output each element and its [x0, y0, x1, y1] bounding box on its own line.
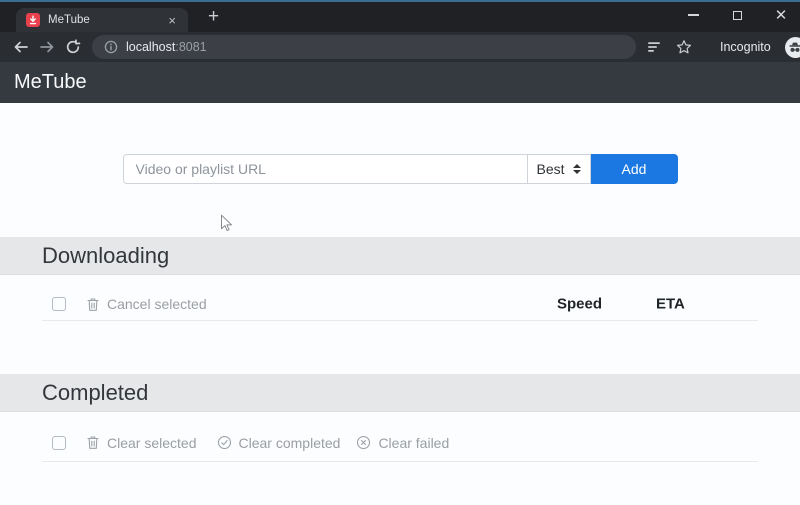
browser-toolbar: localhost:8081 Incognito — [0, 32, 800, 62]
x-circle-icon — [356, 435, 371, 450]
app-brand: MeTube — [14, 71, 87, 93]
cancel-selected-button[interactable]: Cancel selected — [86, 296, 207, 312]
minimize-icon[interactable] — [682, 6, 704, 24]
trash-icon — [86, 435, 100, 450]
url-input[interactable] — [122, 154, 528, 184]
browser-tab[interactable]: MeTube × — [16, 8, 188, 32]
forward-icon[interactable] — [34, 35, 60, 59]
add-button[interactable]: Add — [590, 154, 678, 184]
downloading-section-header: Downloading — [0, 237, 800, 275]
select-arrows-icon — [572, 164, 581, 174]
toolbar-right: Incognito — [646, 36, 800, 58]
tab-strip: MeTube × + ✕ — [0, 2, 800, 32]
mouse-cursor — [220, 214, 233, 233]
address-bar[interactable]: localhost:8081 — [92, 35, 636, 59]
reading-list-icon[interactable] — [646, 39, 662, 55]
quality-select-value: Best — [536, 161, 565, 177]
eta-column-header: ETA — [656, 295, 685, 313]
url-host: localhost — [126, 40, 176, 54]
bookmark-star-icon[interactable] — [676, 39, 692, 55]
clear-completed-label: Clear completed — [238, 434, 341, 451]
select-all-downloading-checkbox[interactable] — [52, 297, 66, 311]
incognito-icon[interactable] — [784, 36, 800, 58]
downloading-action-row: Cancel selected Speed ETA — [42, 288, 758, 321]
tab-title: MeTube — [48, 14, 90, 26]
clear-selected-button[interactable]: Clear selected — [86, 435, 197, 451]
check-circle-icon — [217, 435, 232, 450]
tab-close-icon[interactable]: × — [164, 12, 180, 29]
back-icon[interactable] — [8, 35, 34, 59]
site-info-icon[interactable] — [104, 40, 118, 54]
window-controls: ✕ — [682, 2, 792, 28]
maximize-icon[interactable] — [726, 6, 748, 24]
completed-title: Completed — [42, 379, 149, 405]
quality-select[interactable]: Best — [527, 154, 591, 184]
metube-favicon-icon — [26, 13, 40, 27]
window-close-icon[interactable]: ✕ — [770, 6, 792, 24]
add-download-form: Best Add — [0, 103, 800, 184]
trash-icon — [86, 297, 100, 312]
cancel-selected-label: Cancel selected — [107, 296, 207, 312]
clear-failed-button[interactable]: Clear failed — [356, 435, 449, 451]
completed-section-header: Completed — [0, 374, 800, 412]
page-content: Best Add Downloading Cancel selected Spe… — [0, 103, 800, 505]
clear-failed-label: Clear failed — [378, 434, 450, 451]
downloading-title: Downloading — [42, 242, 170, 268]
reload-icon[interactable] — [60, 35, 86, 59]
clear-completed-button[interactable]: Clear completed — [217, 434, 341, 451]
new-tab-icon[interactable]: + — [202, 6, 225, 28]
completed-action-row: Clear selected Clear completed Clear fai… — [42, 424, 758, 462]
speed-column-header: Speed — [557, 295, 603, 313]
app-navbar: MeTube — [0, 62, 800, 103]
url-port: :8081 — [175, 40, 207, 54]
url-text: localhost:8081 — [126, 40, 207, 54]
select-all-completed-checkbox[interactable] — [52, 435, 66, 450]
incognito-label: Incognito — [720, 40, 771, 54]
clear-selected-label: Clear selected — [107, 434, 197, 451]
